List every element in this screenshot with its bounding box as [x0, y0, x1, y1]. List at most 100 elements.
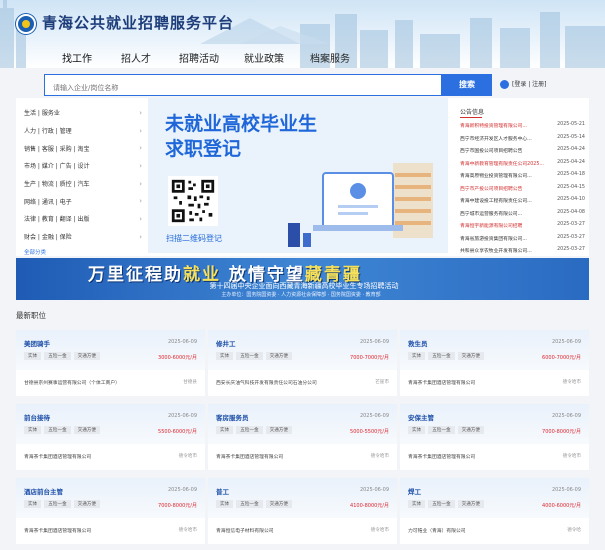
category-item[interactable]: 市场 | 媒介 | 广告 | 设计 › — [24, 157, 142, 175]
job-title[interactable]: 普工 — [216, 486, 229, 496]
category-item[interactable]: 生产 | 物流 | 质控 | 汽车 › — [24, 175, 142, 193]
job-salary: 7000-8000元/月 — [158, 503, 197, 509]
nav-find-job[interactable]: 找工作 — [62, 50, 92, 65]
job-salary: 4000-6000元/月 — [542, 503, 581, 509]
job-title[interactable]: 救生员 — [408, 338, 428, 348]
notice-item[interactable]: 青海中新教育管理有限责任公司2025... 2025-04-24 — [460, 160, 585, 173]
job-title[interactable]: 焊工 — [408, 486, 421, 496]
campaign-subtitle: 第十四届中央企业面向西藏青海新疆高校毕业生专场招聘活动 — [209, 282, 399, 290]
job-title[interactable]: 客房服务员 — [216, 412, 249, 422]
job-card[interactable]: 安保主管 2025-06-09 实体 五险一金 交通方便 7000-8000元/月 青海茶卡… — [400, 404, 589, 470]
job-date: 2025-06-09 — [551, 487, 581, 493]
job-tag: 五险一金 — [44, 352, 71, 360]
job-tags: 实体 五险一金 交通方便 — [408, 352, 484, 360]
job-card[interactable]: 普工 2025-06-09 实体 五险一金 交通方便 4100-8000元/月 青海恒信电子… — [208, 478, 397, 544]
job-title[interactable]: 安保主管 — [408, 412, 434, 422]
notice-item[interactable]: 青海新积特投资管理有限公司... 2025-05-21 — [460, 122, 585, 135]
notice-item[interactable]: 西宁市国投公司项目招聘公告 2025-04-24 — [460, 147, 585, 160]
job-city: 芒崖市 — [375, 380, 389, 385]
login-register[interactable]: [登录 | 注册] — [500, 76, 547, 94]
job-date: 2025-06-09 — [167, 339, 197, 345]
nav-archive-service[interactable]: 档案服务 — [310, 50, 350, 65]
job-company[interactable]: 青海茶卡集团酒店管理有限公司 — [216, 453, 283, 460]
chevron-right-icon: › — [139, 232, 142, 241]
notice-item-date: 2025-04-10 — [557, 197, 585, 202]
job-company[interactable]: 青海恒信电子材料有限公司 — [216, 527, 274, 534]
search-button[interactable]: 搜索 — [442, 74, 492, 96]
all-categories-link[interactable]: 全部分类 — [24, 248, 142, 256]
job-company[interactable]: 青海茶卡集团酒店管理有限公司 — [408, 379, 475, 386]
chevron-right-icon: › — [139, 108, 142, 117]
job-city: 德令哈市 — [178, 454, 197, 459]
job-card[interactable]: 焊工 2025-06-09 实体 五险一金 交通方便 4000-6000元/月 力可锆业（青… — [400, 478, 589, 544]
job-tag: 实体 — [216, 500, 234, 508]
nav-employment-policy[interactable]: 就业政策 — [244, 50, 284, 65]
job-title[interactable]: 修井工 — [216, 338, 236, 348]
campaign-banner[interactable]: 万里征程助就业 放情守望藏青疆 第十四届中央企业面向西藏青海新疆高校毕业生专场招… — [16, 258, 589, 300]
qr-code-icon — [168, 176, 218, 226]
job-tag: 实体 — [408, 426, 426, 434]
job-tag: 交通方便 — [265, 426, 292, 434]
notice-list: 青海新积特投资管理有限公司... 2025-05-21 西宁市经济开发区人才服务中心… — [460, 122, 585, 272]
notice-item[interactable]: 青海省旅游投资集团有限公司... 2025-03-27 — [460, 235, 585, 248]
category-item[interactable]: 财会 | 金融 | 保险 › — [24, 228, 142, 246]
chevron-right-icon: › — [139, 214, 142, 223]
nav-recruit-events[interactable]: 招聘活动 — [179, 50, 219, 65]
category-item[interactable]: 销售 | 客服 | 采购 | 淘宝 › — [24, 139, 142, 157]
job-card[interactable]: 前台接待 2025-06-09 实体 五险一金 交通方便 5500-6000元/月 青海茶卡… — [16, 404, 205, 470]
notice-item[interactable]: 青海高原物业投资管理有限公司... 2025-04-18 — [460, 172, 585, 185]
job-card-header — [16, 404, 205, 444]
site-logo[interactable] — [16, 14, 36, 34]
search-input[interactable] — [45, 78, 441, 98]
job-salary: 6000-7000元/月 — [542, 355, 581, 361]
login-label: [登录 | 注册] — [512, 81, 547, 88]
job-card[interactable]: 酒店前台主管 2025-06-09 实体 五险一金 交通方便 7000-8000元/月 青海… — [16, 478, 205, 544]
job-tag: 实体 — [24, 426, 42, 434]
job-tag: 实体 — [24, 352, 42, 360]
site-title: 青海公共就业招聘服务平台 — [42, 14, 235, 32]
notice-board: 公告信息 青海新积特投资管理有限公司... 2025-05-21 西宁市经济开发区人… — [456, 98, 589, 267]
graduate-registration-banner[interactable]: 未就业高校毕业生 求职登记 扫描二维码登记 — [148, 98, 448, 253]
latest-jobs-heading: 最新职位 — [16, 311, 46, 320]
job-card-header — [208, 478, 397, 518]
job-tag: 交通方便 — [265, 500, 292, 508]
notice-item-title: 青海高原物业投资管理有限公司... — [460, 174, 532, 179]
category-item[interactable]: 网络 | 通讯 | 电子 › — [24, 192, 142, 210]
notice-item[interactable]: 西宁市产投公司项目招聘公告 2025-04-15 — [460, 185, 585, 198]
notice-item[interactable]: 青海中建设投工程有限责任公司... 2025-04-10 — [460, 197, 585, 210]
job-card-header — [208, 404, 397, 444]
category-item[interactable]: 人力 | 行政 | 管理 › — [24, 122, 142, 140]
job-company[interactable]: 力可锆业（青海）有限公司 — [408, 527, 466, 534]
job-company[interactable]: 西安长庆油气科技开发有限责任公司石油分公司 — [216, 379, 317, 386]
category-item[interactable]: 生活 | 服务业 › — [24, 104, 142, 122]
job-company[interactable]: 甘德县京州赛事运营有限公司（个体工商户） — [24, 379, 120, 386]
category-item[interactable]: 法律 | 教育 | 翻译 | 出版 › — [24, 210, 142, 228]
job-company[interactable]: 青海茶卡集团酒店管理有限公司 — [24, 453, 91, 460]
job-title[interactable]: 美团骑手 — [24, 338, 50, 348]
job-card-header — [208, 330, 397, 370]
job-tag: 交通方便 — [73, 500, 100, 508]
notice-item[interactable]: 西宁市经济开发区人才服务中心... 2025-05-14 — [460, 135, 585, 148]
job-card[interactable]: 修井工 2025-06-09 实体 五险一金 交通方便 7000-7000元/月 西安长庆油… — [208, 330, 397, 396]
job-tag: 交通方便 — [457, 426, 484, 434]
chevron-right-icon: › — [139, 144, 142, 153]
job-card[interactable]: 美团骑手 2025-06-09 实体 五险一金 交通方便 3000-6000元/月 甘德县京… — [16, 330, 205, 396]
job-title[interactable]: 酒店前台主管 — [24, 486, 63, 496]
job-date: 2025-06-09 — [167, 413, 197, 419]
job-city: 德令哈市 — [370, 454, 389, 459]
job-card-header — [400, 404, 589, 444]
user-icon — [500, 80, 509, 89]
job-tag: 交通方便 — [457, 352, 484, 360]
job-tag: 五险一金 — [44, 500, 71, 508]
job-card[interactable]: 救生员 2025-06-09 实体 五险一金 交通方便 6000-7000元/月 青海茶卡集… — [400, 330, 589, 396]
job-city: 甘德县 — [183, 380, 197, 385]
job-title[interactable]: 前台接待 — [24, 412, 50, 422]
notice-item[interactable]: 青海恒宇新能源有限公司招聘 2025-03-27 — [460, 222, 585, 235]
notice-item-title: 青海省旅游投资集团有限公司... — [460, 236, 527, 242]
notice-item[interactable]: 西宁城市运营服务有限公司... 2025-04-08 — [460, 210, 585, 223]
job-card[interactable]: 客房服务员 2025-06-09 实体 五险一金 交通方便 5000-5500元/月 青海茶… — [208, 404, 397, 470]
nav-recruit[interactable]: 招人才 — [121, 50, 151, 65]
job-company[interactable]: 青海茶卡集团酒店管理有限公司 — [24, 527, 91, 534]
job-company[interactable]: 青海茶卡集团酒店管理有限公司 — [408, 453, 475, 460]
notice-item-date: 2025-04-24 — [557, 159, 585, 165]
